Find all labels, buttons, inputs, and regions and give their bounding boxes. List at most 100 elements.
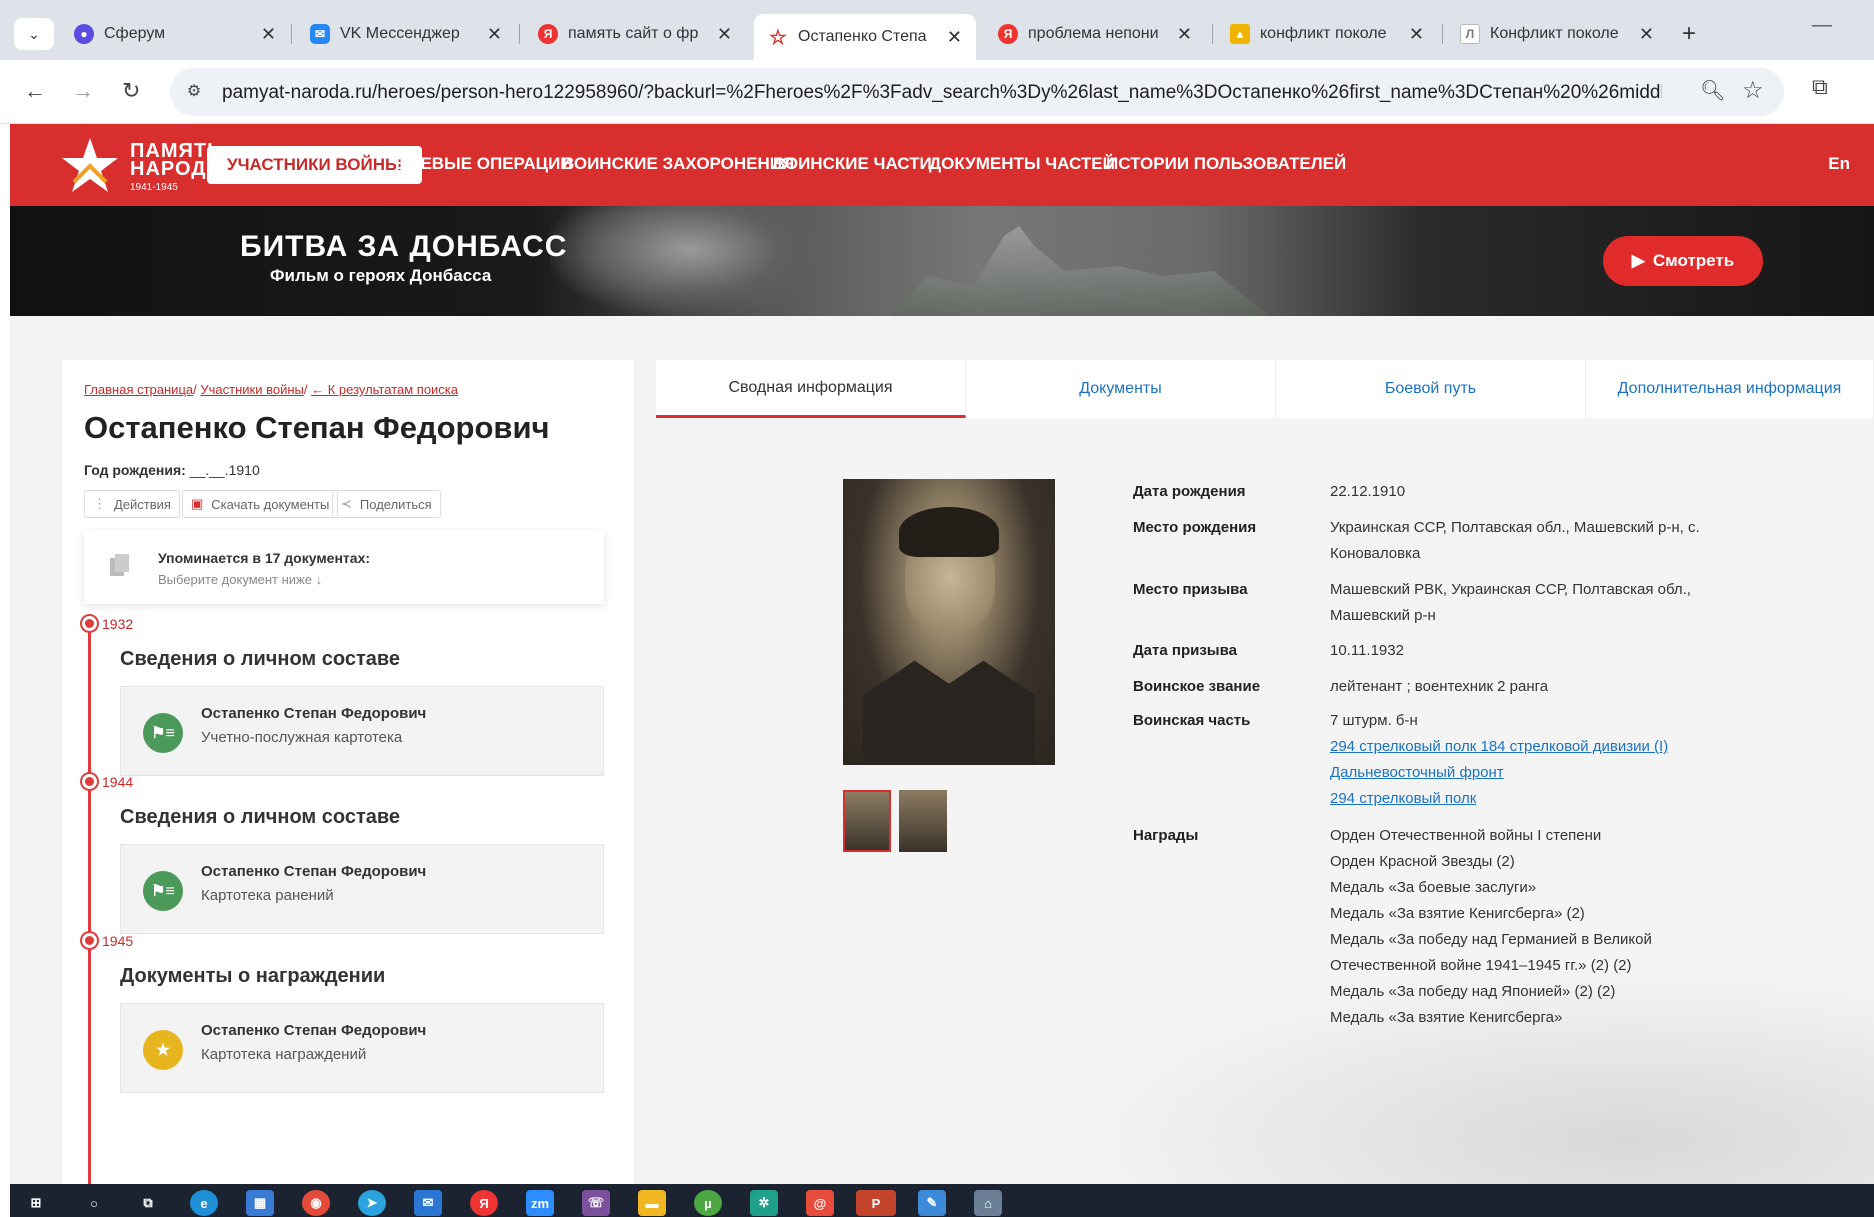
utorrent-icon[interactable]: µ [694, 1190, 722, 1216]
front-link[interactable]: Дальневосточный фронт [1330, 760, 1750, 786]
share-icon: ≺ [341, 496, 352, 511]
back-icon[interactable]: ← [24, 78, 46, 104]
browser-tab[interactable]: ✉ VK Мессенджер ✕ [296, 14, 516, 54]
close-icon[interactable]: ✕ [487, 24, 502, 45]
extensions-icon[interactable]: ⧉ [1812, 74, 1828, 100]
breadcrumb-participants[interactable]: Участники войны [200, 382, 304, 397]
download-documents-button[interactable]: ▣ Скачать документы [182, 490, 339, 518]
files-icon[interactable]: ▬ [638, 1190, 666, 1216]
pdf-icon: ▣ [191, 496, 204, 511]
close-icon[interactable]: ✕ [717, 24, 732, 45]
yandex-icon[interactable]: Я [470, 1190, 498, 1216]
browser-tab-active[interactable]: ☆ Остапенко Степа ✕ [754, 14, 976, 60]
yandex-icon: Я [538, 24, 558, 44]
address-bar-row: ← → ↻ ⚙ pamyat-naroda.ru/heroes/person-h… [0, 60, 1874, 124]
windows-icon[interactable]: ⊞ [22, 1190, 50, 1216]
rank-value: лейтенант ; воентехник 2 ранга [1330, 678, 1549, 695]
site-settings-icon[interactable]: ⚙ [182, 80, 206, 104]
banner-monument-image [890, 226, 1270, 316]
image-icon: ▲ [1230, 24, 1250, 44]
mail-icon[interactable]: ✉ [414, 1190, 442, 1216]
watch-button[interactable]: ▶ Смотреть [1603, 236, 1763, 286]
tab-search-icon[interactable]: ⌄ [14, 18, 54, 50]
bookmark-star-icon[interactable]: ☆ [1742, 76, 1764, 105]
star-icon: ☆ [769, 26, 787, 49]
documents-icon [110, 554, 129, 576]
zoom-icon[interactable]: 🔍︎ [1700, 78, 1725, 103]
vk-icon: ✉ [310, 24, 330, 44]
browser-tab[interactable]: Л Конфликт поколе ✕ [1446, 14, 1668, 54]
browser-tab[interactable]: Я проблема непони ✕ [984, 14, 1206, 54]
paint-icon[interactable]: ✎ [918, 1190, 946, 1216]
document-type: Картотека ранений [201, 887, 334, 904]
zoom-icon[interactable]: zm [526, 1190, 554, 1216]
os-taskbar: ⊞ ○ ⧉ e ▦ ◉ ➤ ✉ Я zm ☏ ▬ µ ✲ @ P ✎ ⌂ [10, 1184, 1874, 1217]
timeline-dot [82, 774, 97, 789]
close-icon[interactable]: ✕ [947, 27, 962, 48]
unit-link[interactable]: 294 стрелковый полк 184 стрелковой дивиз… [1330, 734, 1750, 760]
nav-operations[interactable]: БОЕВЫЕ ОПЕРАЦИИ [395, 154, 573, 174]
telegram-icon[interactable]: ➤ [358, 1190, 386, 1216]
browser-tab[interactable]: Я память сайт о фр ✕ [524, 14, 746, 54]
close-icon[interactable]: ✕ [1177, 24, 1192, 45]
share-button[interactable]: ≺ Поделиться [332, 490, 441, 518]
tab-combat-path[interactable]: Боевой путь [1276, 360, 1586, 418]
chrome-icon[interactable]: ◉ [302, 1190, 330, 1216]
network-icon[interactable]: ⌂ [974, 1190, 1002, 1216]
tab-documents[interactable]: Документы [966, 360, 1276, 418]
photo-thumbnail[interactable] [843, 790, 891, 852]
mail2-icon[interactable]: @ [806, 1190, 834, 1216]
main-content: Главная страница/ Участники войны/ ← К р… [10, 316, 1874, 1190]
logo-years: 1941-1945 [130, 182, 178, 193]
actions-button[interactable]: ⋮ Действия [84, 490, 180, 518]
document-type: Картотека награждений [201, 1046, 367, 1063]
tab-summary[interactable]: Сводная информация [656, 360, 966, 418]
close-icon[interactable]: ✕ [1409, 24, 1424, 45]
yandex-icon: Я [998, 24, 1018, 44]
powerpoint-icon[interactable]: P [856, 1190, 896, 1216]
taskview-icon[interactable]: ⧉ [134, 1190, 162, 1216]
document-card[interactable]: ⚑≡ Остапенко Степан Федорович Картотека … [120, 844, 604, 934]
nav-user-stories[interactable]: ИСТОРИИ ПОЛЬЗОВАТЕЛЕЙ [1106, 154, 1346, 174]
new-tab-icon[interactable]: + [1682, 20, 1696, 48]
personnel-record-icon: ⚑≡ [143, 871, 183, 911]
reload-icon[interactable]: ↻ [122, 78, 140, 104]
browser-tab[interactable]: ▲ конфликт поколе ✕ [1216, 14, 1438, 54]
close-icon[interactable]: ✕ [261, 24, 276, 45]
nav-participants[interactable]: УЧАСТНИКИ ВОЙНЫ [207, 146, 422, 184]
forward-icon[interactable]: → [72, 78, 94, 104]
store-icon[interactable]: ▦ [246, 1190, 274, 1216]
document-card[interactable]: ★ Остапенко Степан Федорович Картотека н… [120, 1003, 604, 1093]
url-text[interactable]: pamyat-naroda.ru/heroes/person-hero12295… [222, 82, 1662, 104]
edge-icon[interactable]: e [190, 1190, 218, 1216]
viber-icon[interactable]: ☏ [582, 1190, 610, 1216]
language-switch[interactable]: En [1828, 154, 1850, 174]
play-icon: ▶ [1631, 251, 1645, 270]
minimize-icon[interactable]: — [1812, 14, 1832, 37]
photo-thumbnail[interactable] [899, 790, 947, 852]
browser-tab[interactable]: ● Сферум ✕ [60, 14, 290, 54]
soldier-photo[interactable] [843, 479, 1055, 765]
url-bar[interactable]: ⚙ pamyat-naroda.ru/heroes/person-hero122… [170, 68, 1784, 116]
award-item: Медаль «За победу над Германией в Велико… [1330, 931, 1652, 974]
breadcrumb-back-to-results[interactable]: ← К результатам поиска [311, 382, 458, 397]
unit-label: Воинская часть [1133, 712, 1251, 729]
draft-date-value: 10.11.1932 [1330, 642, 1404, 659]
puzzle-icon[interactable]: ✲ [750, 1190, 778, 1216]
nav-burials[interactable]: ВОИНСКИЕ ЗАХОРОНЕНИЯ [562, 154, 794, 174]
person-sidebar: Главная страница/ Участники войны/ ← К р… [62, 360, 634, 1190]
close-icon[interactable]: ✕ [1639, 24, 1654, 45]
regiment-link[interactable]: 294 стрелковый полк [1330, 786, 1750, 812]
search-icon[interactable]: ○ [80, 1190, 108, 1216]
site-logo[interactable]: ПАМЯТЬ НАРОДА 1941-1945 [60, 136, 230, 196]
timeline-year: 1944 [102, 774, 134, 790]
breadcrumb-home[interactable]: Главная страница [84, 382, 193, 397]
nav-units[interactable]: ВОИНСКИЕ ЧАСТИ [773, 154, 932, 174]
document-card[interactable]: ⚑≡ Остапенко Степан Федорович Учетно-пос… [120, 686, 604, 776]
timeline-section-title: Документы о награждении [120, 965, 386, 987]
timeline-dot [82, 616, 97, 631]
tab-additional-info[interactable]: Дополнительная информация [1586, 360, 1874, 418]
promo-banner[interactable]: БИТВА ЗА ДОНБАСС Фильм о героях Донбасса… [10, 206, 1874, 316]
nav-unit-docs[interactable]: ДОКУМЕНТЫ ЧАСТЕЙ [929, 154, 1115, 174]
document-person-name: Остапенко Степан Федорович [201, 705, 427, 722]
